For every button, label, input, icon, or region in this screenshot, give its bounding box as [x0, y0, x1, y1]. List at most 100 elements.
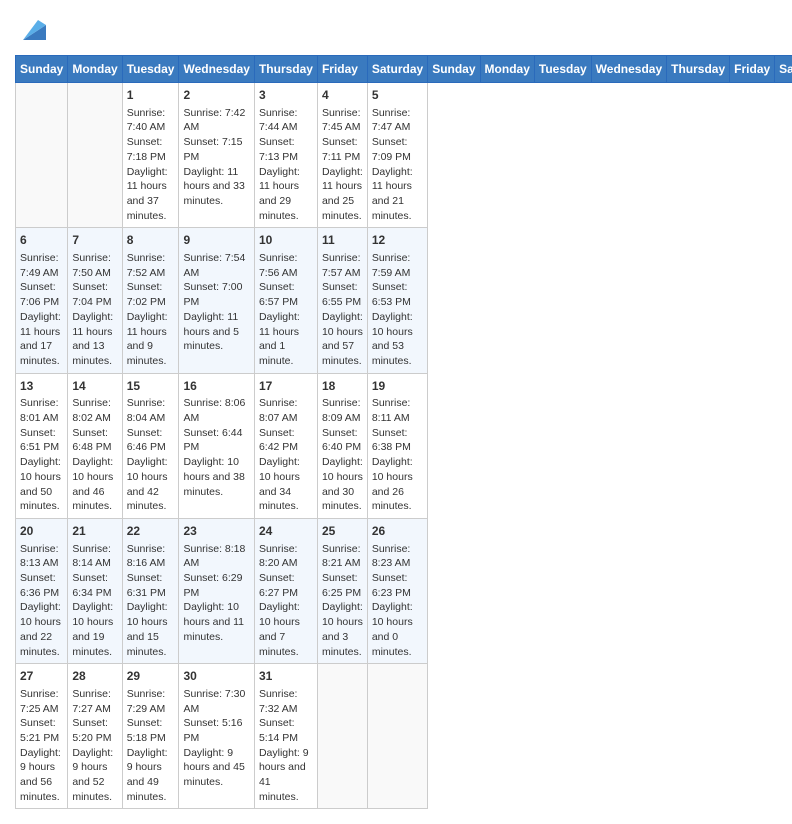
daylight-text: Daylight: 9 hours and 49 minutes.	[127, 746, 175, 805]
header-saturday: Saturday	[775, 56, 792, 83]
daylight-text: Daylight: 10 hours and 15 minutes.	[127, 600, 175, 659]
calendar-cell: 8Sunrise: 7:52 AMSunset: 7:02 PMDaylight…	[122, 228, 179, 373]
header-friday: Friday	[730, 56, 775, 83]
daylight-text: Daylight: 10 hours and 30 minutes.	[322, 455, 363, 514]
sunset-text: Sunset: 7:00 PM	[183, 280, 249, 309]
day-number: 2	[183, 87, 249, 104]
header-tuesday: Tuesday	[122, 56, 179, 83]
sunrise-text: Sunrise: 8:02 AM	[72, 396, 117, 425]
calendar-cell: 9 Sunrise: 7:54 AMSunset: 7:00 PMDaylight…	[179, 228, 254, 373]
calendar-cell	[317, 664, 367, 809]
sunset-text: Sunset: 7:04 PM	[72, 280, 117, 309]
day-number: 8	[127, 232, 175, 249]
sunrise-text: Sunrise: 7:42 AM	[183, 106, 249, 135]
day-number: 14	[72, 378, 117, 395]
calendar-cell: 30Sunrise: 7:30 AMSunset: 5:16 PMDayligh…	[179, 664, 254, 809]
calendar-cell: 22Sunrise: 8:16 AMSunset: 6:31 PMDayligh…	[122, 518, 179, 663]
day-number: 16	[183, 378, 249, 395]
sunrise-text: Sunrise: 7:45 AM	[322, 106, 363, 135]
day-number: 27	[20, 668, 63, 685]
calendar-cell: 20Sunrise: 8:13 AMSunset: 6:36 PMDayligh…	[16, 518, 68, 663]
calendar-cell: 3Sunrise: 7:44 AMSunset: 7:13 PMDaylight…	[254, 83, 317, 228]
daylight-text: Daylight: 10 hours and 46 minutes.	[72, 455, 117, 514]
sunset-text: Sunset: 6:48 PM	[72, 426, 117, 455]
sunrise-text: Sunrise: 7:47 AM	[372, 106, 423, 135]
calendar-week-row: 13Sunrise: 8:01 AMSunset: 6:51 PMDayligh…	[16, 373, 792, 518]
calendar-cell: 16Sunrise: 8:06 AMSunset: 6:44 PMDayligh…	[179, 373, 254, 518]
calendar-cell	[367, 664, 427, 809]
calendar-cell: 7Sunrise: 7:50 AMSunset: 7:04 PMDaylight…	[68, 228, 122, 373]
sunrise-text: Sunrise: 8:21 AM	[322, 542, 363, 571]
calendar-cell: 14Sunrise: 8:02 AMSunset: 6:48 PMDayligh…	[68, 373, 122, 518]
day-number: 9	[183, 232, 249, 249]
header-tuesday: Tuesday	[534, 56, 591, 83]
daylight-text: Daylight: 11 hours and 9 minutes.	[127, 310, 175, 369]
day-number: 7	[72, 232, 117, 249]
calendar-cell: 4Sunrise: 7:45 AMSunset: 7:11 PMDaylight…	[317, 83, 367, 228]
sunrise-text: Sunrise: 8:01 AM	[20, 396, 63, 425]
sunrise-text: Sunrise: 8:23 AM	[372, 542, 423, 571]
calendar-cell: 15Sunrise: 8:04 AMSunset: 6:46 PMDayligh…	[122, 373, 179, 518]
page-header	[15, 15, 777, 45]
day-number: 18	[322, 378, 363, 395]
header-thursday: Thursday	[254, 56, 317, 83]
sunset-text: Sunset: 5:16 PM	[183, 716, 249, 745]
header-sunday: Sunday	[16, 56, 68, 83]
day-number: 22	[127, 523, 175, 540]
daylight-text: Daylight: 10 hours and 19 minutes.	[72, 600, 117, 659]
calendar-cell: 12Sunrise: 7:59 AMSunset: 6:53 PMDayligh…	[367, 228, 427, 373]
sunset-text: Sunset: 6:31 PM	[127, 571, 175, 600]
sunset-text: Sunset: 6:29 PM	[183, 571, 249, 600]
sunrise-text: Sunrise: 7:25 AM	[20, 687, 63, 716]
daylight-text: Daylight: 9 hours and 45 minutes.	[183, 746, 249, 790]
calendar-cell: 2Sunrise: 7:42 AMSunset: 7:15 PMDaylight…	[179, 83, 254, 228]
calendar-cell: 10Sunrise: 7:56 AMSunset: 6:57 PMDayligh…	[254, 228, 317, 373]
sunset-text: Sunset: 5:18 PM	[127, 716, 175, 745]
sunset-text: Sunset: 6:23 PM	[372, 571, 423, 600]
sunrise-text: Sunrise: 7:29 AM	[127, 687, 175, 716]
sunrise-text: Sunrise: 8:14 AM	[72, 542, 117, 571]
daylight-text: Daylight: 10 hours and 0 minutes.	[372, 600, 423, 659]
sunrise-text: Sunrise: 8:13 AM	[20, 542, 63, 571]
sunset-text: Sunset: 7:18 PM	[127, 135, 175, 164]
header-wednesday: Wednesday	[591, 56, 666, 83]
daylight-text: Daylight: 11 hours and 17 minutes.	[20, 310, 63, 369]
daylight-text: Daylight: 10 hours and 11 minutes.	[183, 600, 249, 644]
sunrise-text: Sunrise: 8:09 AM	[322, 396, 363, 425]
sunrise-text: Sunrise: 8:11 AM	[372, 396, 423, 425]
calendar-cell: 18Sunrise: 8:09 AMSunset: 6:40 PMDayligh…	[317, 373, 367, 518]
daylight-text: Daylight: 10 hours and 3 minutes.	[322, 600, 363, 659]
sunset-text: Sunset: 7:13 PM	[259, 135, 313, 164]
daylight-text: Daylight: 10 hours and 50 minutes.	[20, 455, 63, 514]
day-number: 21	[72, 523, 117, 540]
daylight-text: Daylight: 11 hours and 37 minutes.	[127, 165, 175, 224]
calendar-cell: 26 Sunrise: 8:23 AMSunset: 6:23 PMDayligh…	[367, 518, 427, 663]
sunrise-text: Sunrise: 8:18 AM	[183, 542, 249, 571]
calendar-cell: 6Sunrise: 7:49 AMSunset: 7:06 PMDaylight…	[16, 228, 68, 373]
day-number: 23	[183, 523, 249, 540]
sunrise-text: Sunrise: 7:50 AM	[72, 251, 117, 280]
day-number: 31	[259, 668, 313, 685]
daylight-text: Daylight: 11 hours and 5 minutes.	[183, 310, 249, 354]
header-saturday: Saturday	[367, 56, 427, 83]
daylight-text: Daylight: 10 hours and 53 minutes.	[372, 310, 423, 369]
daylight-text: Daylight: 11 hours and 21 minutes.	[372, 165, 423, 224]
daylight-text: Daylight: 10 hours and 26 minutes.	[372, 455, 423, 514]
sunrise-text: Sunrise: 7:54 AM	[183, 251, 249, 280]
sunrise-text: Sunrise: 8:20 AM	[259, 542, 313, 571]
calendar-week-row: 1Sunrise: 7:40 AMSunset: 7:18 PMDaylight…	[16, 83, 792, 228]
calendar-cell	[68, 83, 122, 228]
sunrise-text: Sunrise: 7:44 AM	[259, 106, 313, 135]
calendar-week-row: 20Sunrise: 8:13 AMSunset: 6:36 PMDayligh…	[16, 518, 792, 663]
sunrise-text: Sunrise: 7:27 AM	[72, 687, 117, 716]
day-number: 6	[20, 232, 63, 249]
day-number: 26	[372, 523, 423, 540]
daylight-text: Daylight: 10 hours and 34 minutes.	[259, 455, 313, 514]
sunrise-text: Sunrise: 8:04 AM	[127, 396, 175, 425]
daylight-text: Daylight: 9 hours and 41 minutes.	[259, 746, 313, 805]
day-number: 15	[127, 378, 175, 395]
calendar-cell: 31Sunrise: 7:32 AMSunset: 5:14 PMDayligh…	[254, 664, 317, 809]
day-number: 24	[259, 523, 313, 540]
sunrise-text: Sunrise: 7:32 AM	[259, 687, 313, 716]
logo-icon	[18, 15, 48, 45]
